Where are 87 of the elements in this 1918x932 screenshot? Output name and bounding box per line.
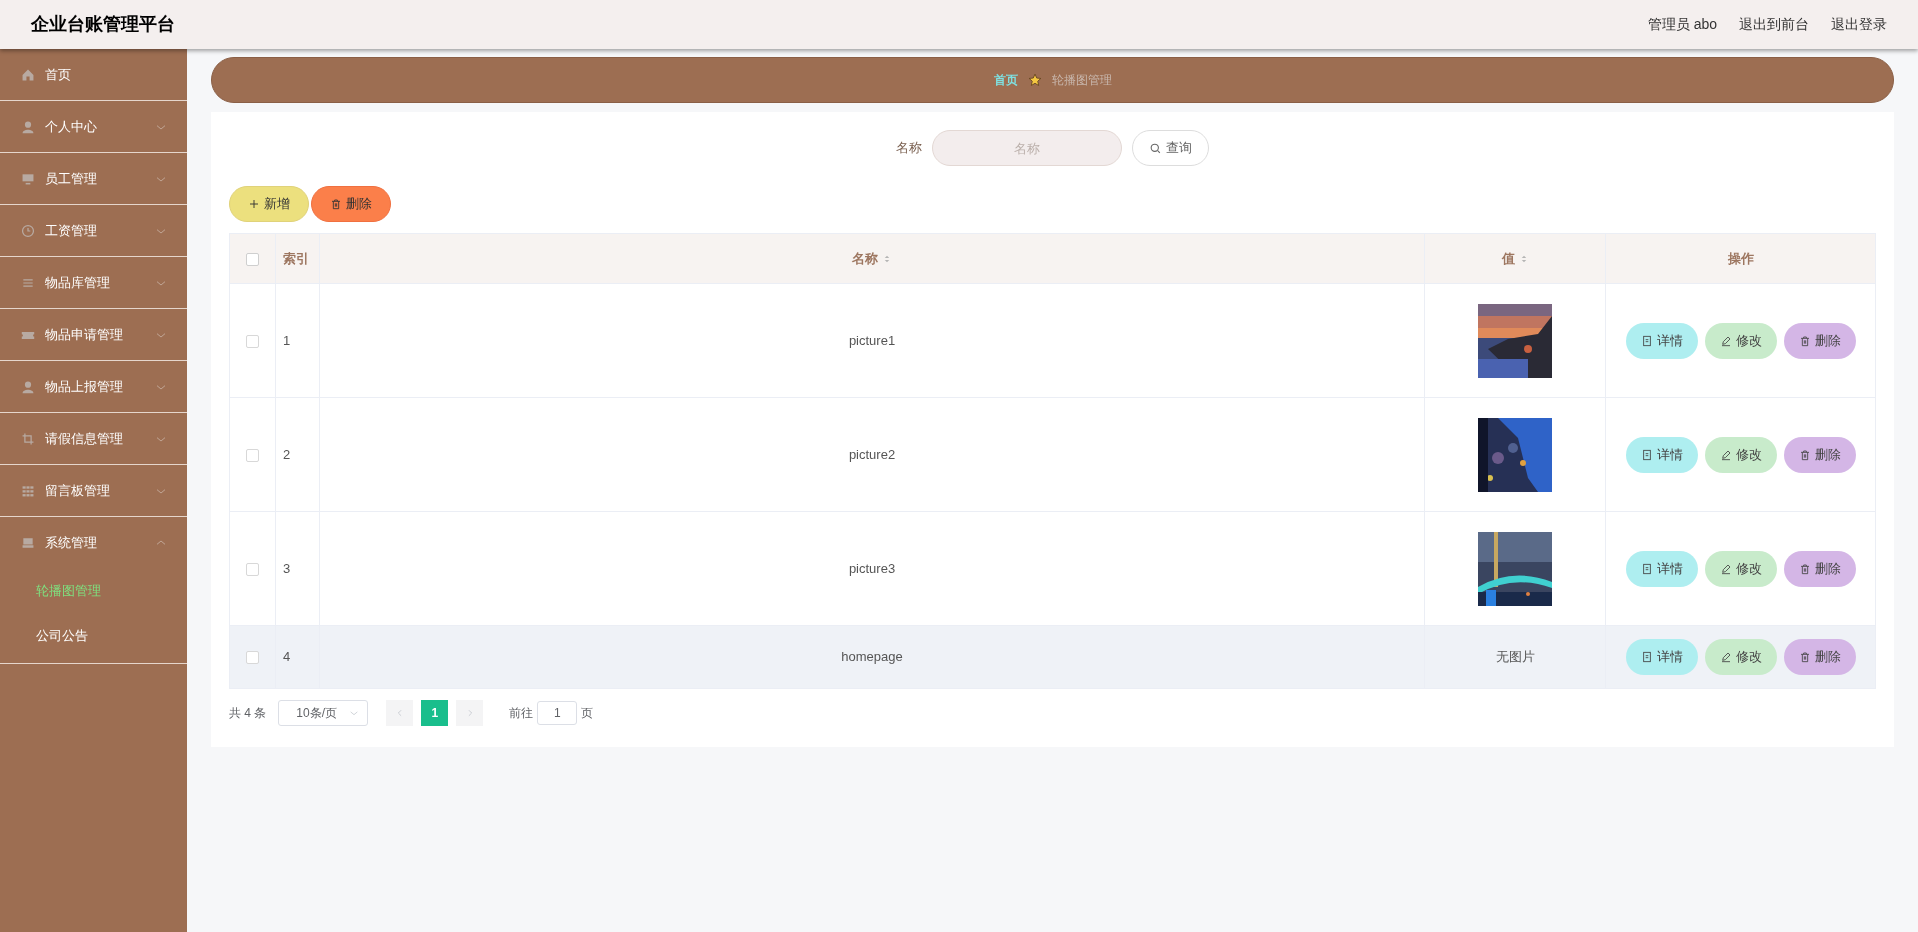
row-checkbox[interactable] [246,651,259,665]
document-icon [1640,562,1653,575]
desk-icon [21,535,35,550]
edit-button[interactable]: 修改 [1704,322,1777,359]
header-link[interactable]: 退出登录 [1831,14,1887,35]
header-link[interactable]: 退出到前台 [1739,14,1809,35]
page-size-select[interactable]: 10条/页 [278,700,369,726]
grid-icon [21,483,35,498]
submenu-item[interactable]: 公司公告 [0,613,187,658]
delete-button[interactable]: 删除 [1783,436,1856,473]
sort-icon [882,253,892,264]
delete-button[interactable]: 删除 [1783,322,1856,359]
trash-icon [330,198,342,210]
table-row[interactable]: 4 homepage 无图片 详情 修改 删除 [229,625,1876,689]
sidebar-item[interactable]: 物品上报管理 [0,361,187,412]
total-count: 共 4 条 [229,705,267,722]
prev-page-button[interactable] [386,700,414,726]
next-page-button[interactable] [456,700,484,726]
select-all-checkbox[interactable] [246,252,259,266]
pencil-icon [1719,562,1732,575]
table-row[interactable]: 1 picture1 详情 修改 删除 [229,283,1876,398]
delete-button[interactable]: 删除 [1783,639,1856,675]
name-cell: homepage [841,649,903,665]
index-cell: 3 [283,560,291,576]
header-link[interactable]: 管理员 abo [1647,14,1717,35]
search-button[interactable]: 查询 [1132,130,1209,166]
document-icon [1640,334,1653,347]
star-icon [1027,73,1042,87]
home-icon [21,67,35,82]
sidebar-item[interactable]: 留言板管理 [0,465,187,516]
crop-icon [21,431,35,446]
column-header: 值 [1501,249,1515,268]
row-checkbox[interactable] [246,334,259,348]
index-cell: 1 [283,332,291,348]
delete-button[interactable]: 删除 [311,186,391,222]
sidebar-item[interactable]: 物品申请管理 [0,309,187,360]
app-title: 企业台账管理平台 [31,13,175,36]
table-row[interactable]: 2 picture2 详情 修改 删除 [229,397,1876,512]
edit-button[interactable]: 修改 [1704,436,1777,473]
column-header: 名称 [852,249,878,268]
pencil-icon [1719,448,1732,461]
document-icon [1640,448,1653,461]
column-header: 索引 [283,249,309,268]
search-icon [1149,141,1162,155]
details-button[interactable]: 详情 [1625,322,1698,359]
search-field[interactable]: 名称 [932,130,1122,166]
edit-button[interactable]: 修改 [1704,639,1777,675]
trash-icon [1798,448,1811,461]
delete-button[interactable]: 删除 [1783,550,1856,587]
row-checkbox[interactable] [246,448,259,462]
goto-label: 前往 [509,705,534,722]
table-row[interactable]: 3 picture3 详情 修改 删除 [229,511,1876,626]
trash-icon [1798,562,1811,575]
column-header: 操作 [1727,249,1754,268]
sidebar-item[interactable]: 系统管理 [0,517,187,568]
user-icon [21,119,35,134]
row-checkbox[interactable] [246,562,259,576]
name-cell: picture2 [848,446,896,462]
pencil-icon [1719,334,1732,347]
sidebar-item[interactable]: 首页 [0,49,187,100]
goto-page-field[interactable]: 1 [537,701,578,725]
trash-icon [1798,651,1811,663]
add-button[interactable]: 新增 [229,186,309,222]
name-cell: picture1 [848,332,896,348]
sidebar-item[interactable]: 物品库管理 [0,257,187,308]
index-cell: 2 [283,446,291,462]
monitor-icon [21,171,35,186]
clock-icon [21,223,35,238]
details-button[interactable]: 详情 [1625,639,1698,675]
plus-icon [248,198,260,210]
search-label: 名称 [896,139,922,158]
pencil-icon [1719,651,1732,663]
sidebar-item[interactable]: 员工管理 [0,153,187,204]
edit-button[interactable]: 修改 [1704,550,1777,587]
document-icon [1640,651,1653,663]
details-button[interactable]: 详情 [1625,436,1698,473]
breadcrumb-item: 轮播图管理 [1051,72,1112,89]
sidebar-item[interactable]: 个人中心 [0,101,187,152]
value-cell: 无图片 [1495,649,1535,665]
name-cell: picture3 [848,560,896,576]
user-icon [21,379,35,394]
trash-icon [1798,334,1811,347]
goto-suffix: 页 [581,705,594,722]
details-button[interactable]: 详情 [1625,550,1698,587]
sidebar-item[interactable]: 工资管理 [0,205,187,256]
index-cell: 4 [283,649,291,665]
sidebar-item[interactable]: 请假信息管理 [0,413,187,464]
